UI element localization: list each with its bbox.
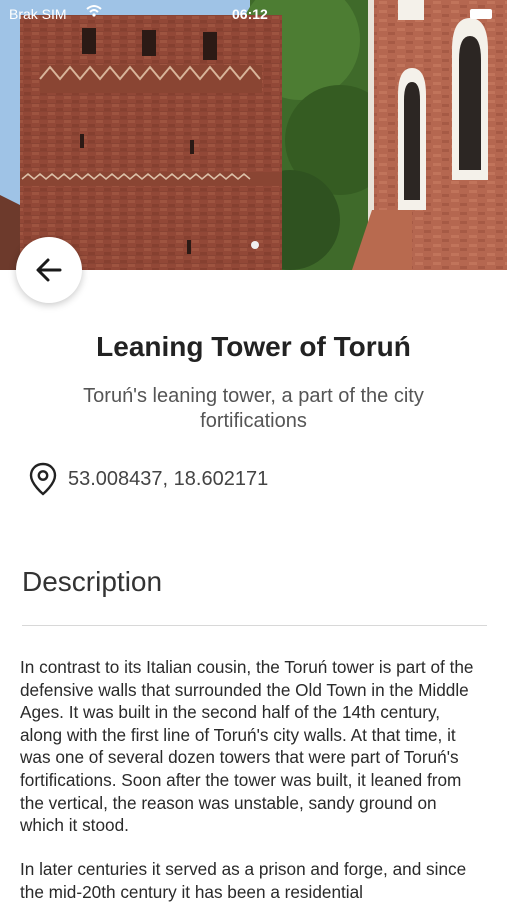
page-title: Leaning Tower of Toruń: [96, 331, 411, 362]
location-row[interactable]: 53.008437, 18.602171: [28, 462, 268, 496]
status-bar: Brak SIM 06:12: [0, 0, 507, 30]
description-heading: Description: [22, 566, 163, 597]
wifi-icon: [86, 5, 102, 17]
back-button[interactable]: [16, 237, 82, 303]
description-paragraph-2: In later centuries it served as a prison…: [20, 859, 467, 902]
status-time: 06:12: [232, 6, 268, 22]
coordinates-text: 53.008437, 18.602171: [68, 467, 269, 490]
divider: [22, 625, 487, 626]
tower-photo: [0, 0, 507, 270]
map-pin-icon: [29, 462, 57, 496]
carrier-label: Brak SIM: [9, 6, 67, 22]
description-paragraph-1: In contrast to its Italian cousin, the T…: [20, 657, 474, 836]
battery-icon: [470, 9, 492, 19]
hero-photo: Brak SIM 06:12: [0, 0, 507, 270]
page-subtitle: Toruń's leaning tower, a part of the cit…: [83, 385, 424, 432]
arrow-left-icon: [36, 258, 62, 282]
